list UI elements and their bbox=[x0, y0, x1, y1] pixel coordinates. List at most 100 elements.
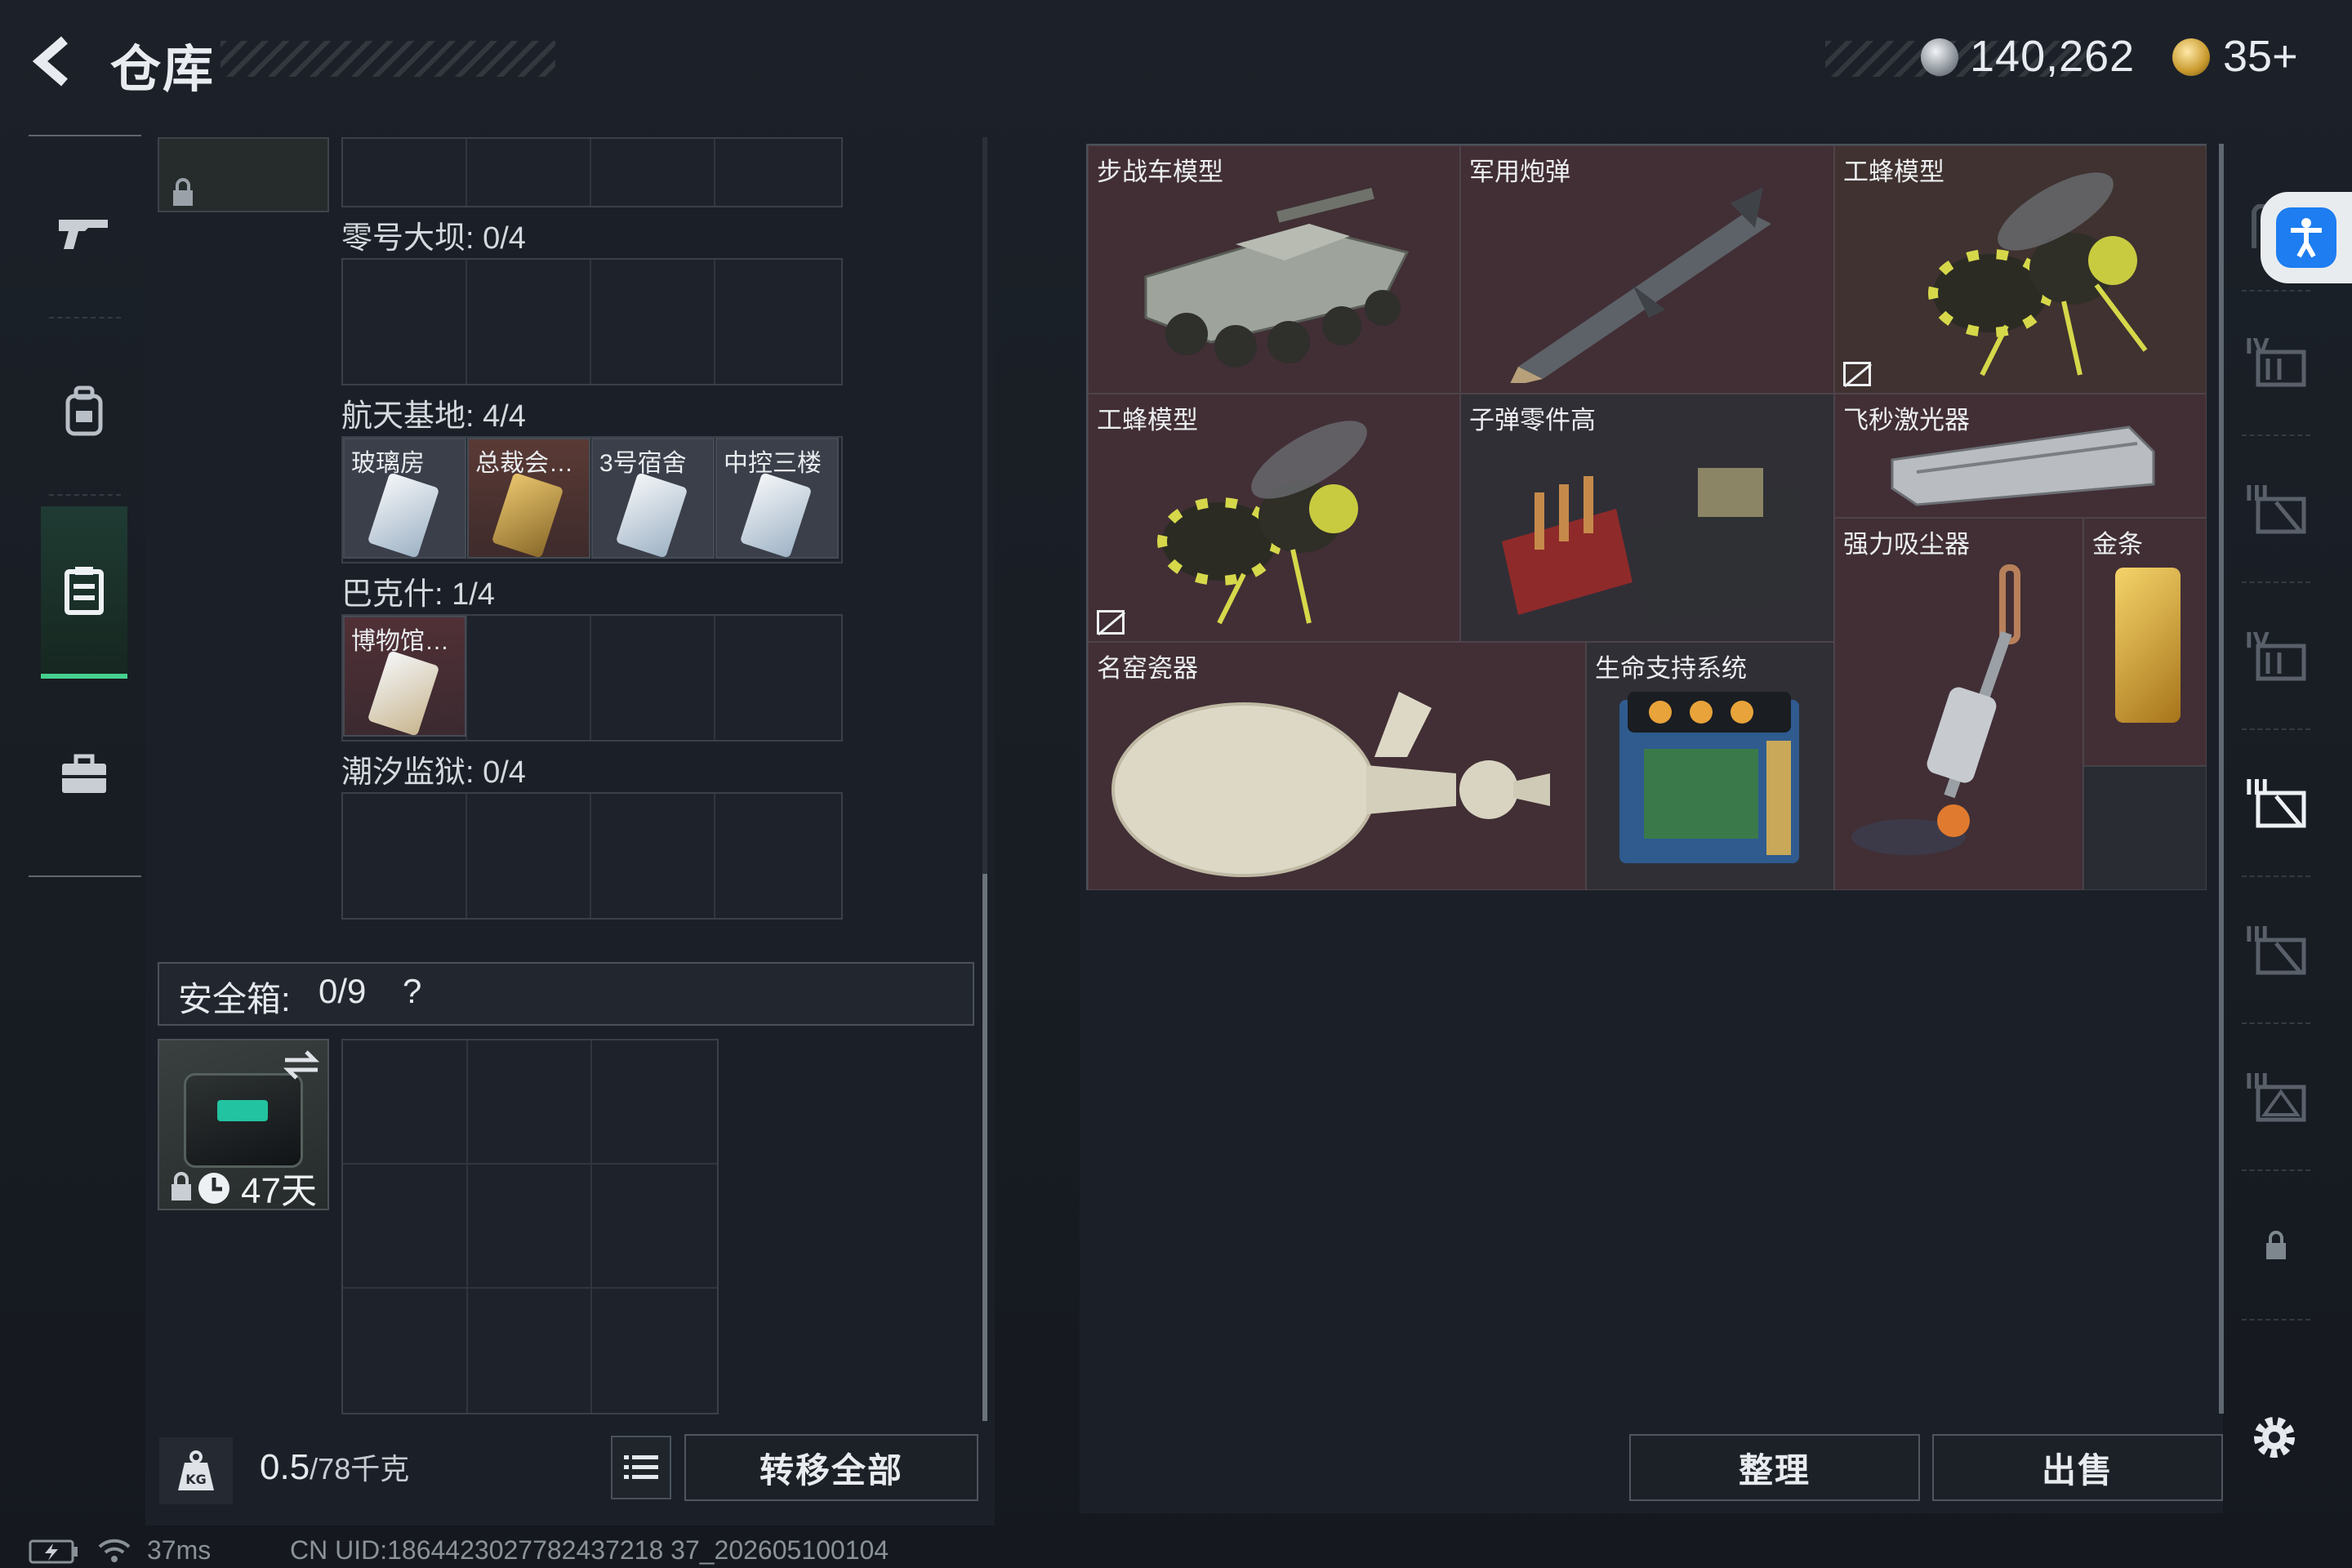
rail-divider bbox=[2242, 1169, 2310, 1171]
inventory-item[interactable]: 军用炮弹 bbox=[1460, 145, 1834, 394]
list-view-button[interactable] bbox=[611, 1436, 671, 1499]
rail-divider bbox=[2242, 581, 2310, 583]
backpack-icon bbox=[65, 385, 103, 435]
life-support-icon bbox=[1619, 692, 1799, 863]
locked-tab[interactable] bbox=[2231, 1196, 2321, 1294]
keycard-item[interactable]: 中控三楼 bbox=[715, 438, 839, 559]
inventory-item[interactable]: 飞秒激光器 bbox=[1834, 394, 2207, 518]
ping-readout: 37ms bbox=[147, 1535, 212, 1565]
user-uid: CN UID:1864423027782437218 37_2026051001… bbox=[290, 1535, 889, 1565]
container-icon bbox=[65, 566, 104, 615]
title-decoration bbox=[220, 41, 555, 77]
storage-tab-icon: III bbox=[2245, 776, 2306, 828]
keycard-icon bbox=[491, 472, 564, 557]
inventory-item[interactable]: 工蜂模型 bbox=[1088, 394, 1460, 642]
collection-label: 巴克什: 1/4 bbox=[341, 577, 495, 612]
warehouse-tab-6[interactable]: III bbox=[2231, 1045, 2321, 1143]
missile-icon bbox=[1510, 187, 1771, 383]
accessibility-icon bbox=[2276, 207, 2336, 268]
warehouse-tab-5[interactable]: III bbox=[2231, 898, 2321, 996]
lock-icon bbox=[173, 178, 193, 206]
rail-divider bbox=[2242, 1022, 2310, 1024]
rail-item-weapons[interactable] bbox=[41, 162, 127, 305]
keycard-icon bbox=[367, 472, 440, 557]
gold-coin-icon bbox=[2172, 38, 2210, 76]
rail-divider bbox=[49, 317, 121, 318]
rail-item-container[interactable] bbox=[41, 506, 127, 679]
inventory-item[interactable]: 名窑瓷器 bbox=[1088, 642, 1586, 890]
lock-icon bbox=[2266, 1231, 2286, 1259]
capacity-readout: 0.5/78千克 bbox=[260, 1446, 409, 1488]
safe-box-grid[interactable] bbox=[341, 1039, 719, 1414]
safe-box-duration: 47天 bbox=[241, 1171, 317, 1211]
warehouse-grid[interactable]: 步战车模型 军用炮弹 工蜂模型 工蜂模型 子弹零件高 飞秒激光器 强力吸尘器 金… bbox=[1086, 144, 2207, 890]
back-button[interactable] bbox=[24, 33, 82, 90]
inventory-item[interactable]: 生命支持系统 bbox=[1586, 642, 1834, 890]
rail-item-backpack[interactable] bbox=[41, 339, 127, 482]
no-transfer-icon bbox=[1097, 610, 1125, 635]
storage-tab-icon: III bbox=[2245, 923, 2306, 975]
storage-tab-icon: IV bbox=[2245, 335, 2306, 387]
clock-icon bbox=[198, 1173, 229, 1204]
item-name: 博物馆… bbox=[351, 628, 449, 655]
swap-icon[interactable] bbox=[282, 1049, 321, 1081]
right-scrollbar[interactable] bbox=[2219, 144, 2224, 1414]
capacity-current: 0.5 bbox=[260, 1447, 310, 1487]
gear-icon bbox=[2254, 1417, 2295, 1458]
collection-label: 航天基地: 4/4 bbox=[341, 399, 526, 434]
keycard-item[interactable]: 3号宿舍 bbox=[591, 438, 715, 559]
inventory-item[interactable]: 强力吸尘器 bbox=[1834, 518, 2083, 890]
weight-icon: KG bbox=[178, 1450, 214, 1490]
ifv-model-icon bbox=[1144, 187, 1410, 368]
warehouse-tab-4-active[interactable]: III bbox=[2231, 751, 2321, 849]
storage-tab-icon: III bbox=[2245, 482, 2306, 534]
collection-grid-top[interactable] bbox=[341, 137, 843, 207]
capacity-max: /78千克 bbox=[310, 1452, 410, 1486]
safe-box-label: 安全箱: bbox=[178, 980, 291, 1018]
vacuum-icon bbox=[1851, 564, 2020, 855]
keycard-icon bbox=[367, 650, 440, 735]
gold-bar-icon bbox=[2115, 568, 2180, 723]
left-scrollbar[interactable] bbox=[982, 874, 987, 1421]
accessibility-button[interactable] bbox=[2261, 192, 2352, 283]
premium-currency-amount[interactable]: 35+ bbox=[2223, 31, 2298, 82]
storage-tab-icon: IV bbox=[2245, 629, 2306, 681]
inventory-item[interactable]: 步战车模型 bbox=[1088, 145, 1460, 394]
transfer-all-button[interactable]: 转移全部 bbox=[684, 1434, 978, 1501]
equipped-item-slot[interactable] bbox=[158, 137, 329, 212]
collection-label: 潮汐监狱: 0/4 bbox=[341, 755, 526, 790]
inventory-item[interactable]: 工蜂模型 bbox=[1834, 145, 2207, 394]
empty-slot[interactable] bbox=[2083, 766, 2207, 890]
rail-divider bbox=[2242, 434, 2310, 436]
safe-case-icon bbox=[184, 1073, 303, 1168]
rail-item-toolbox[interactable] bbox=[41, 702, 127, 845]
rail-divider bbox=[2242, 875, 2310, 877]
keycard-item[interactable]: 总裁会… bbox=[467, 438, 590, 559]
warehouse-tab-1[interactable]: IV bbox=[2231, 310, 2321, 408]
warehouse-tab-2[interactable]: III bbox=[2231, 457, 2321, 555]
item-name: 总裁会… bbox=[475, 450, 573, 477]
help-button[interactable]: ? bbox=[403, 972, 421, 1011]
bee-model-icon bbox=[1928, 172, 2148, 376]
rail-divider bbox=[2242, 1319, 2310, 1321]
keycard-icon bbox=[615, 472, 688, 557]
sort-button[interactable]: 整理 bbox=[1629, 1434, 1920, 1501]
rail-divider bbox=[49, 494, 121, 496]
keycard-item[interactable]: 玻璃房 bbox=[343, 438, 466, 559]
settings-button[interactable] bbox=[2242, 1405, 2307, 1470]
collection-grid[interactable] bbox=[341, 258, 843, 385]
collection-grid[interactable] bbox=[341, 792, 843, 920]
lock-icon bbox=[172, 1172, 191, 1200]
keycard-item[interactable]: 博物馆… bbox=[343, 616, 466, 737]
back-arrow-icon bbox=[32, 36, 68, 87]
currency-amount[interactable]: 140,262 bbox=[1970, 31, 2135, 82]
warehouse-tab-3[interactable]: IV bbox=[2231, 604, 2321, 702]
gun-icon bbox=[59, 219, 108, 249]
collection-label: 零号大坝: 0/4 bbox=[341, 221, 526, 256]
sell-button[interactable]: 出售 bbox=[1932, 1434, 2223, 1501]
silver-coin-icon bbox=[1921, 38, 1958, 76]
inventory-item[interactable]: 子弹零件高 bbox=[1460, 394, 1834, 642]
item-name: 金条 bbox=[2092, 530, 2143, 559]
no-transfer-icon bbox=[1843, 362, 1871, 386]
inventory-item[interactable]: 金条 bbox=[2083, 518, 2207, 766]
